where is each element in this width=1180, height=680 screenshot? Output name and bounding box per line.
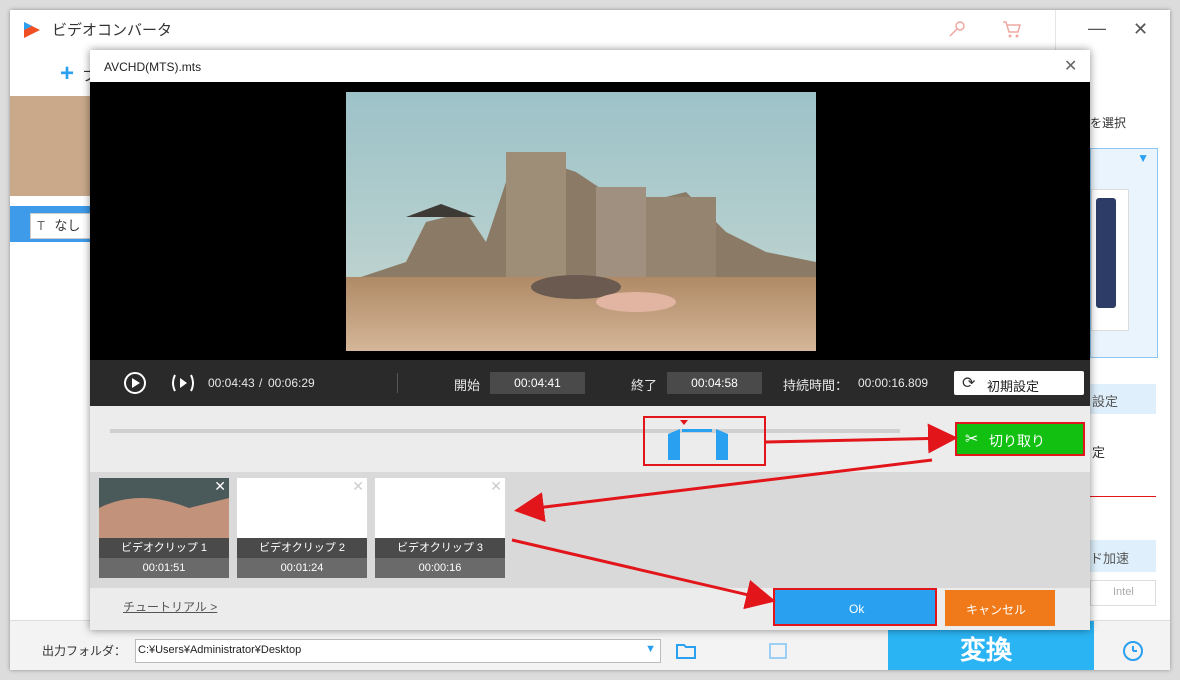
arrow-to-cut — [765, 423, 958, 454]
annotation-arrows — [511, 423, 958, 610]
arrow-to-clip — [514, 458, 933, 522]
arrow-to-ok — [511, 538, 776, 610]
